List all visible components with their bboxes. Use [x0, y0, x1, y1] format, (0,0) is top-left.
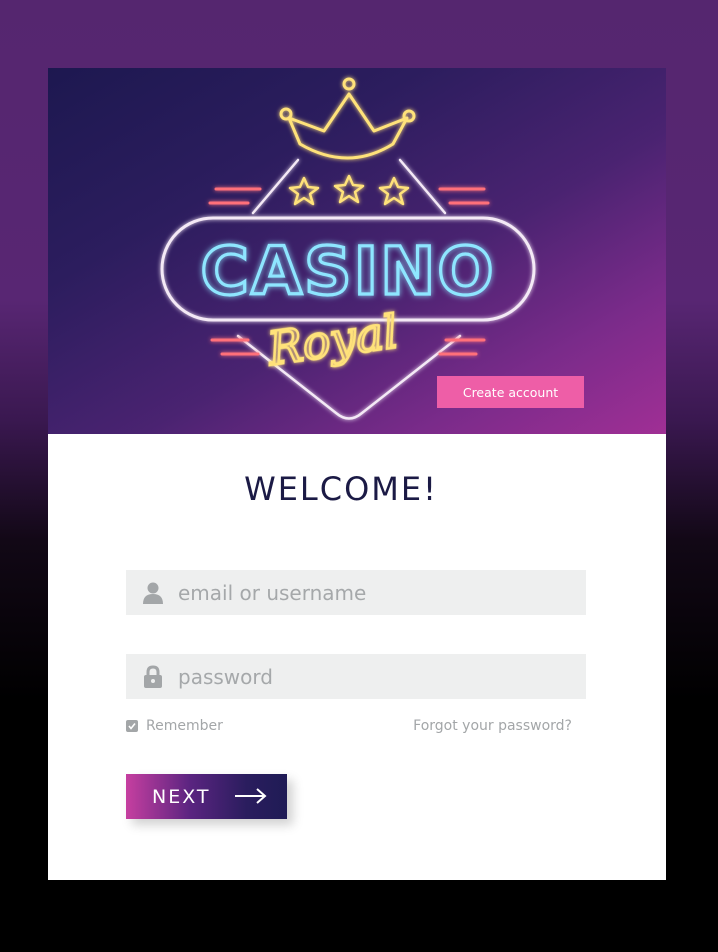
remember-label: Remember [146, 718, 223, 734]
next-label: NEXT [152, 785, 211, 808]
welcome-heading: WELCOME! [244, 470, 438, 508]
lock-icon [126, 654, 180, 699]
remember-checkbox[interactable] [126, 720, 138, 732]
email-input[interactable] [178, 580, 568, 605]
stars-icon [288, 174, 410, 206]
brand-title: CASINO [201, 233, 496, 310]
arrow-right-icon [235, 788, 267, 804]
hero-banner: CASINO Royal Create account [48, 68, 666, 434]
brand-script: Royal [264, 304, 402, 376]
password-input[interactable] [178, 664, 568, 689]
forgot-password-link[interactable]: Forgot your password? [413, 718, 572, 734]
remember-option[interactable]: Remember [126, 718, 223, 734]
create-account-button[interactable]: Create account [437, 376, 584, 408]
check-icon [128, 723, 136, 730]
next-button[interactable]: NEXT [126, 774, 287, 819]
crown-icon [279, 77, 416, 160]
email-field[interactable] [126, 570, 586, 615]
user-icon [126, 570, 180, 615]
password-field[interactable] [126, 654, 586, 699]
login-card: CASINO Royal Create account WELCOME! ema… [48, 68, 666, 880]
